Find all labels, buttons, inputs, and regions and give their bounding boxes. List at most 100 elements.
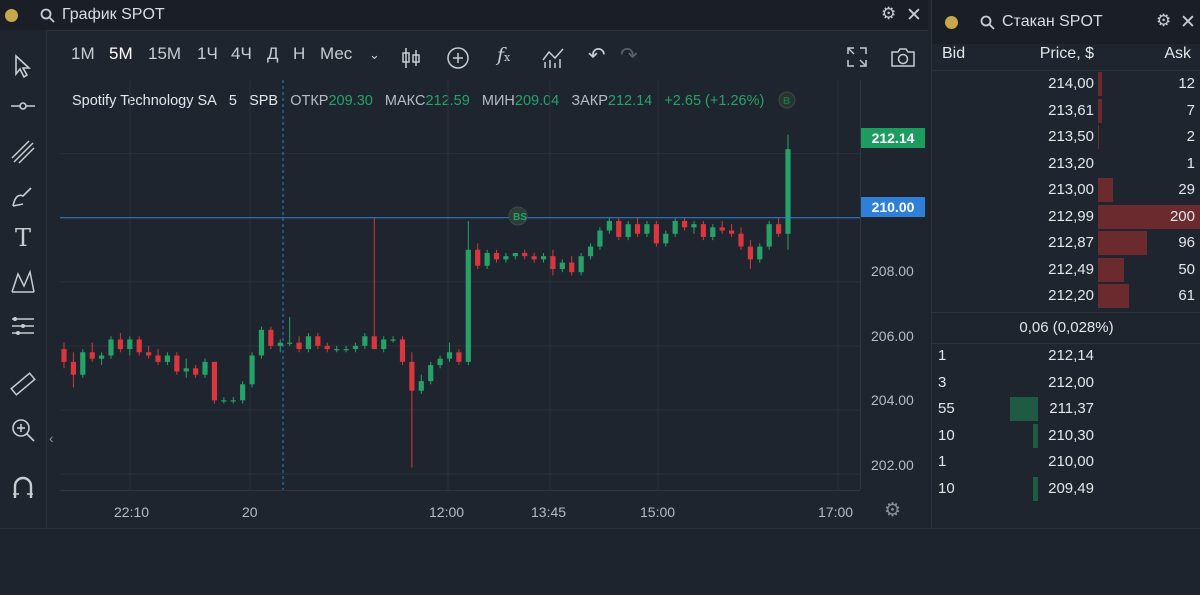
bid-size: 1 — [938, 347, 947, 364]
spread-value: 0,06 (0,028%) — [932, 312, 1200, 344]
brush-icon[interactable] — [9, 182, 37, 210]
price-tick: 204.00 — [871, 392, 914, 408]
ask-size: 61 — [1178, 287, 1195, 304]
ask-volume-bar — [1098, 125, 1100, 149]
candle-type-icon[interactable] — [400, 46, 422, 70]
order-book-title[interactable]: Стакан SPOT — [1002, 13, 1103, 31]
tf-4h[interactable]: 4Ч — [231, 44, 252, 64]
bid-size: 1 — [938, 453, 947, 470]
ask-row[interactable]: 212,49 50 — [932, 257, 1200, 283]
ask-row[interactable]: 212,87 96 — [932, 230, 1200, 256]
prediction-icon[interactable] — [9, 312, 37, 340]
camera-icon[interactable] — [890, 46, 916, 68]
time-tick: 22:10 — [114, 504, 150, 520]
tf-month[interactable]: Мес — [320, 44, 352, 64]
time-tick: 17:00 — [818, 504, 854, 520]
ask-row[interactable]: 213,50 2 — [932, 124, 1200, 150]
price-header: Price, $ — [1039, 45, 1094, 62]
bid-header: Bid — [942, 45, 966, 62]
candle-body — [352, 345, 359, 350]
gear-icon[interactable]: ⚙ — [1156, 11, 1171, 31]
function-icon[interactable]: fx — [497, 44, 510, 66]
ask-row[interactable]: 214,00 12 — [932, 71, 1200, 97]
ask-row[interactable]: 213,00 29 — [932, 177, 1200, 203]
bid-row[interactable]: 3 212,00 — [932, 370, 1200, 396]
bid-row[interactable]: 55 211,37 — [932, 396, 1200, 422]
close-icon[interactable]: ✕ — [906, 4, 922, 27]
ask-price: 214,00 — [1048, 75, 1094, 92]
ask-size: 7 — [1186, 101, 1195, 119]
candle-body — [362, 336, 368, 346]
tf-1h[interactable]: 1Ч — [197, 44, 218, 64]
trend-line-icon[interactable] — [9, 92, 37, 120]
close-icon[interactable]: ✕ — [1180, 11, 1196, 34]
candle-body — [70, 361, 77, 375]
link-color-dot[interactable] — [945, 16, 958, 29]
ask-size: 29 — [1178, 181, 1195, 198]
pattern-icon[interactable] — [9, 268, 37, 296]
tf-week[interactable]: Н — [293, 44, 305, 64]
gear-icon[interactable]: ⚙ — [881, 4, 896, 24]
text-tool-icon[interactable]: T — [9, 224, 37, 252]
b-marker-label: B — [783, 96, 790, 107]
bid-row[interactable]: 10 210,30 — [932, 423, 1200, 449]
tf-1m[interactable]: 1М — [71, 44, 95, 64]
zoom-in-icon[interactable] — [9, 416, 37, 444]
candle-body — [202, 361, 208, 375]
bid-row[interactable]: 10 209,49 — [932, 476, 1200, 502]
fib-tools-icon[interactable] — [9, 138, 37, 166]
search-icon[interactable] — [40, 8, 55, 23]
candle-body — [540, 256, 547, 260]
candle-body — [399, 339, 406, 362]
tf-more-chevron-icon[interactable]: ⌄ — [369, 47, 380, 63]
bid-row[interactable]: 1 212,14 — [932, 343, 1200, 369]
collapse-toolbar-icon[interactable]: ‹ — [49, 430, 54, 446]
magnet-icon[interactable] — [9, 474, 37, 502]
compare-icon[interactable] — [541, 46, 567, 70]
candle-body — [437, 358, 443, 366]
ruler-icon[interactable] — [9, 370, 37, 398]
redo-icon[interactable]: ↷ — [620, 43, 638, 68]
order-book-titlebar: Стакан SPOT ⚙ ✕ — [932, 0, 1200, 44]
fullscreen-icon[interactable] — [846, 46, 868, 68]
candle-body — [80, 352, 86, 375]
tf-5m[interactable]: 5М — [109, 44, 133, 64]
search-icon[interactable] — [980, 15, 995, 30]
ask-volume-bar — [1098, 284, 1130, 308]
cursor-icon[interactable] — [9, 52, 37, 80]
candle-body — [644, 224, 650, 234]
candle-body — [305, 336, 312, 350]
chart-title[interactable]: График SPOT — [62, 6, 165, 24]
candle-body — [616, 220, 622, 237]
bs-marker[interactable]: BS — [508, 206, 528, 226]
candle-body — [193, 368, 199, 375]
bid-volume-bar — [1010, 397, 1038, 421]
ask-row[interactable]: 212,20 61 — [932, 283, 1200, 309]
add-indicator-icon[interactable] — [446, 46, 470, 70]
candle-body — [465, 249, 471, 362]
candle-body — [681, 220, 688, 228]
bid-row[interactable]: 1 210,00 — [932, 449, 1200, 475]
candle-body — [249, 355, 255, 385]
candle-body — [493, 252, 500, 260]
time-axis[interactable]: 22:10 20 12:00 13:45 15:00 17:00 — [60, 490, 860, 529]
ask-row[interactable]: 212,99 200 — [932, 204, 1200, 230]
price-chart[interactable]: BS B — [60, 80, 860, 490]
tf-15m[interactable]: 15М — [148, 44, 181, 64]
candle-body — [578, 256, 584, 273]
candle-body — [89, 352, 95, 359]
b-marker[interactable]: B — [778, 91, 796, 109]
level-price-tag[interactable]: 210.00 — [861, 197, 925, 217]
candle-body — [747, 246, 753, 260]
undo-icon[interactable]: ↶ — [588, 43, 606, 68]
ask-row[interactable]: 213,20 1 — [932, 151, 1200, 177]
candle-body — [475, 249, 481, 266]
chart-settings-gear-icon[interactable]: ⚙ — [884, 499, 901, 522]
candle-body — [315, 336, 321, 346]
tf-day[interactable]: Д — [267, 44, 279, 64]
link-color-dot[interactable] — [5, 9, 18, 22]
ask-row[interactable]: 213,61 7 — [932, 98, 1200, 124]
candle-body — [343, 349, 349, 351]
order-book-window: Стакан SPOT ⚙ ✕ Bid Price, $ Ask 214,00 1… — [931, 0, 1200, 528]
price-tick: 206.00 — [871, 328, 914, 344]
